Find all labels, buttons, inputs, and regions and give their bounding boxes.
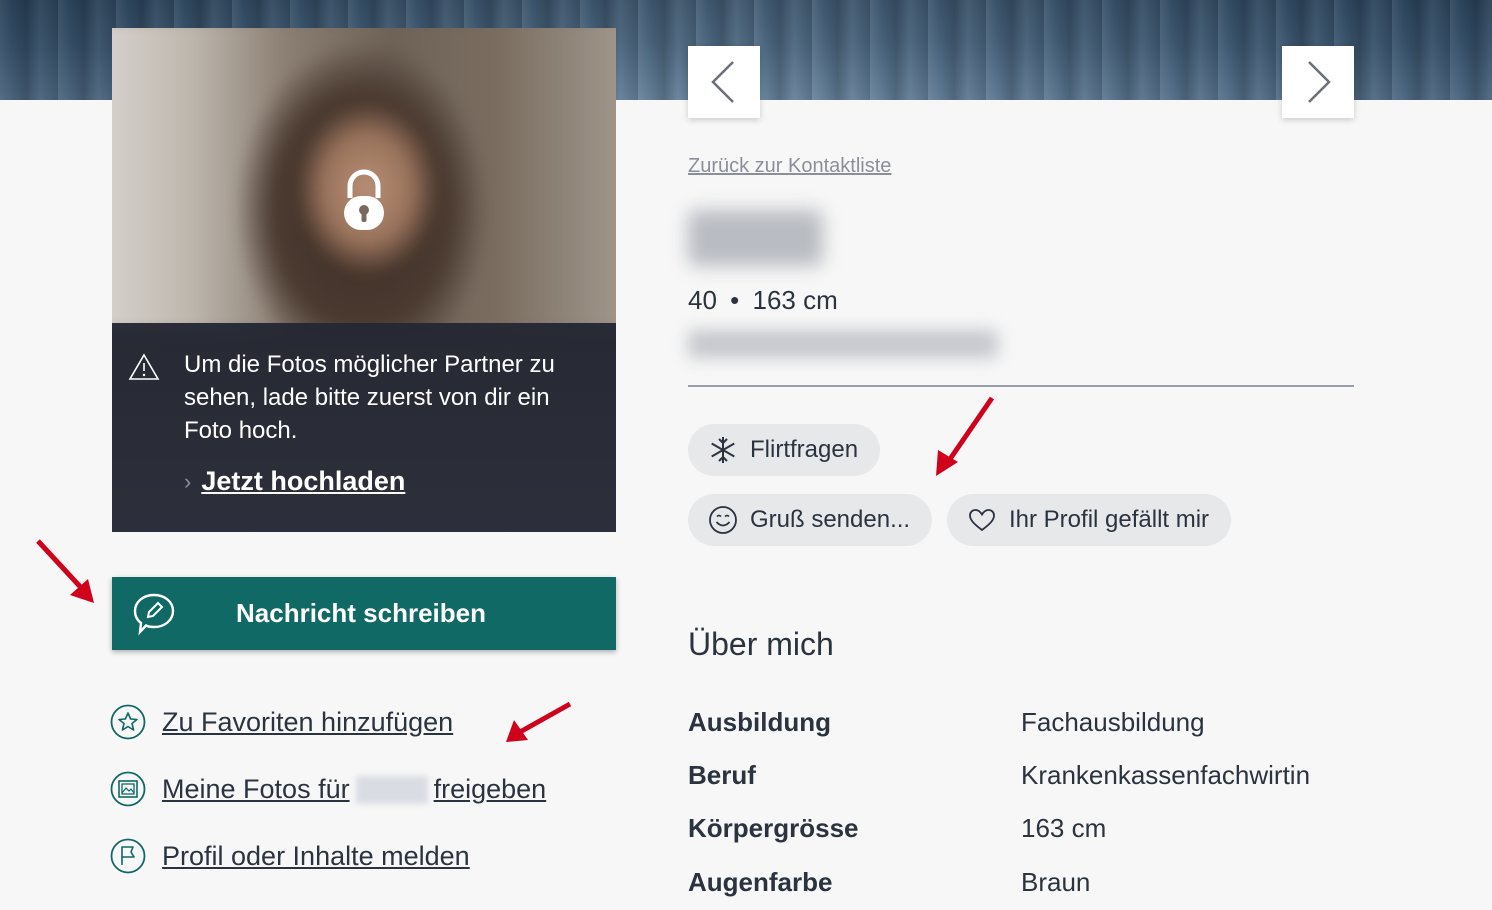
like-profile-button[interactable]: Ihr Profil gefällt mir [947,494,1232,546]
smiley-icon [709,506,737,534]
attribute-value: Krankenkassenfachwirtin [1021,760,1311,790]
back-to-contacts-link[interactable]: Zurück zur Kontaktliste [688,155,891,178]
flirt-questions-label: Flirtfragen [750,436,859,463]
write-message-button[interactable]: Nachricht schreiben [112,577,616,650]
warning-icon [128,353,160,380]
send-greeting-label: Gruß senden... [750,506,911,533]
share-photos-prefix: Meine Fotos für [162,773,350,804]
annotation-arrow-icon [36,539,94,603]
share-photos-suffix: freigeben [433,773,547,804]
attribute-key: Augenfarbe [688,867,833,897]
redacted-profile-name [688,210,823,266]
report-profile-link[interactable]: Profil oder Inhalte melden [110,838,470,874]
upload-photo-label: Jetzt hochladen [201,466,406,496]
annotation-arrow-icon [936,396,995,476]
star-icon [110,704,146,740]
upload-photo-notice: Um die Fotos möglicher Partner zu sehen,… [112,323,616,532]
heart-icon [969,509,995,532]
chevron-right-icon [1308,61,1331,103]
notice-message: Um die Fotos möglicher Partner zu sehen,… [184,351,555,444]
attribute-value: 163 cm [1021,813,1107,843]
lock-icon [344,169,384,230]
redacted-name [355,776,428,805]
add-to-favorites-label: Zu Favoriten hinzufügen [162,706,454,737]
chevron-right-icon: › [184,468,192,494]
attribute-key: Körpergrösse [688,813,859,843]
stats-separator: • [730,285,740,315]
share-photos-link[interactable]: Meine Fotos für freigeben [110,771,546,807]
snowflake-icon [711,437,735,463]
annotation-arrow-icon [506,701,572,742]
attribute-key: Ausbildung [688,707,831,737]
chevron-left-icon [711,61,734,103]
flirt-questions-button[interactable]: Flirtfragen [688,424,881,476]
upload-photo-link[interactable]: › Jetzt hochladen [184,466,405,497]
photo-icon [110,771,146,807]
add-to-favorites-link[interactable]: Zu Favoriten hinzufügen [110,704,453,740]
send-greeting-button[interactable]: Gruß senden... [688,494,933,546]
previous-profile-button[interactable] [688,46,760,118]
redacted-location [688,330,998,358]
profile-photo-card: Um die Fotos möglicher Partner zu sehen,… [112,28,616,532]
share-photos-label: Meine Fotos für freigeben [162,774,546,805]
flag-icon [110,838,146,874]
profile-stats: 40 • 163 cm [688,285,838,316]
profile-age: 40 [688,285,717,315]
attribute-value: Fachausbildung [1021,707,1205,737]
attribute-key: Beruf [688,760,756,790]
next-profile-button[interactable] [1282,46,1354,118]
about-me-heading: Über mich [688,626,834,662]
write-message-label: Nachricht schreiben [236,598,486,628]
profile-height: 163 cm [752,285,838,315]
like-profile-label: Ihr Profil gefällt mir [1009,506,1210,533]
divider [688,385,1354,387]
attribute-value: Braun [1021,867,1091,897]
report-profile-label: Profil oder Inhalte melden [162,840,470,871]
